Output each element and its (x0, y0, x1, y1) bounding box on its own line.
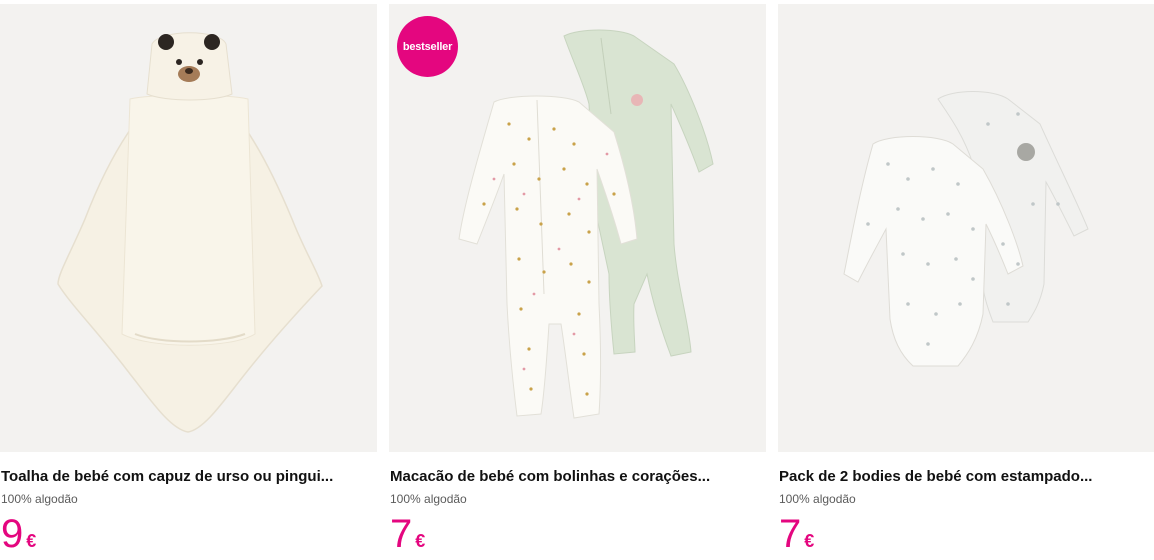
product-price: 7 € (390, 510, 425, 558)
product-material: 100% algodão (390, 492, 467, 506)
product-title[interactable]: Macacão de bebé com bolinhas e corações.… (390, 468, 766, 485)
product-card[interactable]: bestseller Macacão de bebé com bolinhas … (389, 0, 766, 560)
sleepsuits-image (458, 29, 714, 419)
price-amount: 9 (1, 512, 24, 556)
product-price: 7 € (779, 510, 814, 558)
price-amount: 7 (390, 512, 413, 556)
product-card[interactable]: Pack de 2 bodies de bebé com estampado..… (778, 0, 1154, 560)
product-image[interactable] (778, 4, 1154, 452)
price-currency: € (26, 531, 37, 551)
bestseller-badge: bestseller (397, 16, 458, 77)
price-amount: 7 (779, 512, 802, 556)
product-image[interactable] (0, 4, 377, 452)
price-currency: € (804, 531, 815, 551)
price-currency: € (415, 531, 426, 551)
bear-hooded-towel-image (57, 32, 323, 433)
product-price: 9 € (1, 510, 36, 558)
product-image[interactable]: bestseller (389, 4, 766, 452)
product-title[interactable]: Pack de 2 bodies de bebé com estampado..… (779, 468, 1154, 485)
product-grid: Toalha de bebé com capuz de urso ou ping… (0, 0, 1154, 560)
bodysuits-image (843, 91, 1089, 367)
product-card[interactable]: Toalha de bebé com capuz de urso ou ping… (0, 0, 377, 560)
product-material: 100% algodão (779, 492, 856, 506)
product-title[interactable]: Toalha de bebé com capuz de urso ou ping… (1, 468, 377, 485)
product-material: 100% algodão (1, 492, 78, 506)
